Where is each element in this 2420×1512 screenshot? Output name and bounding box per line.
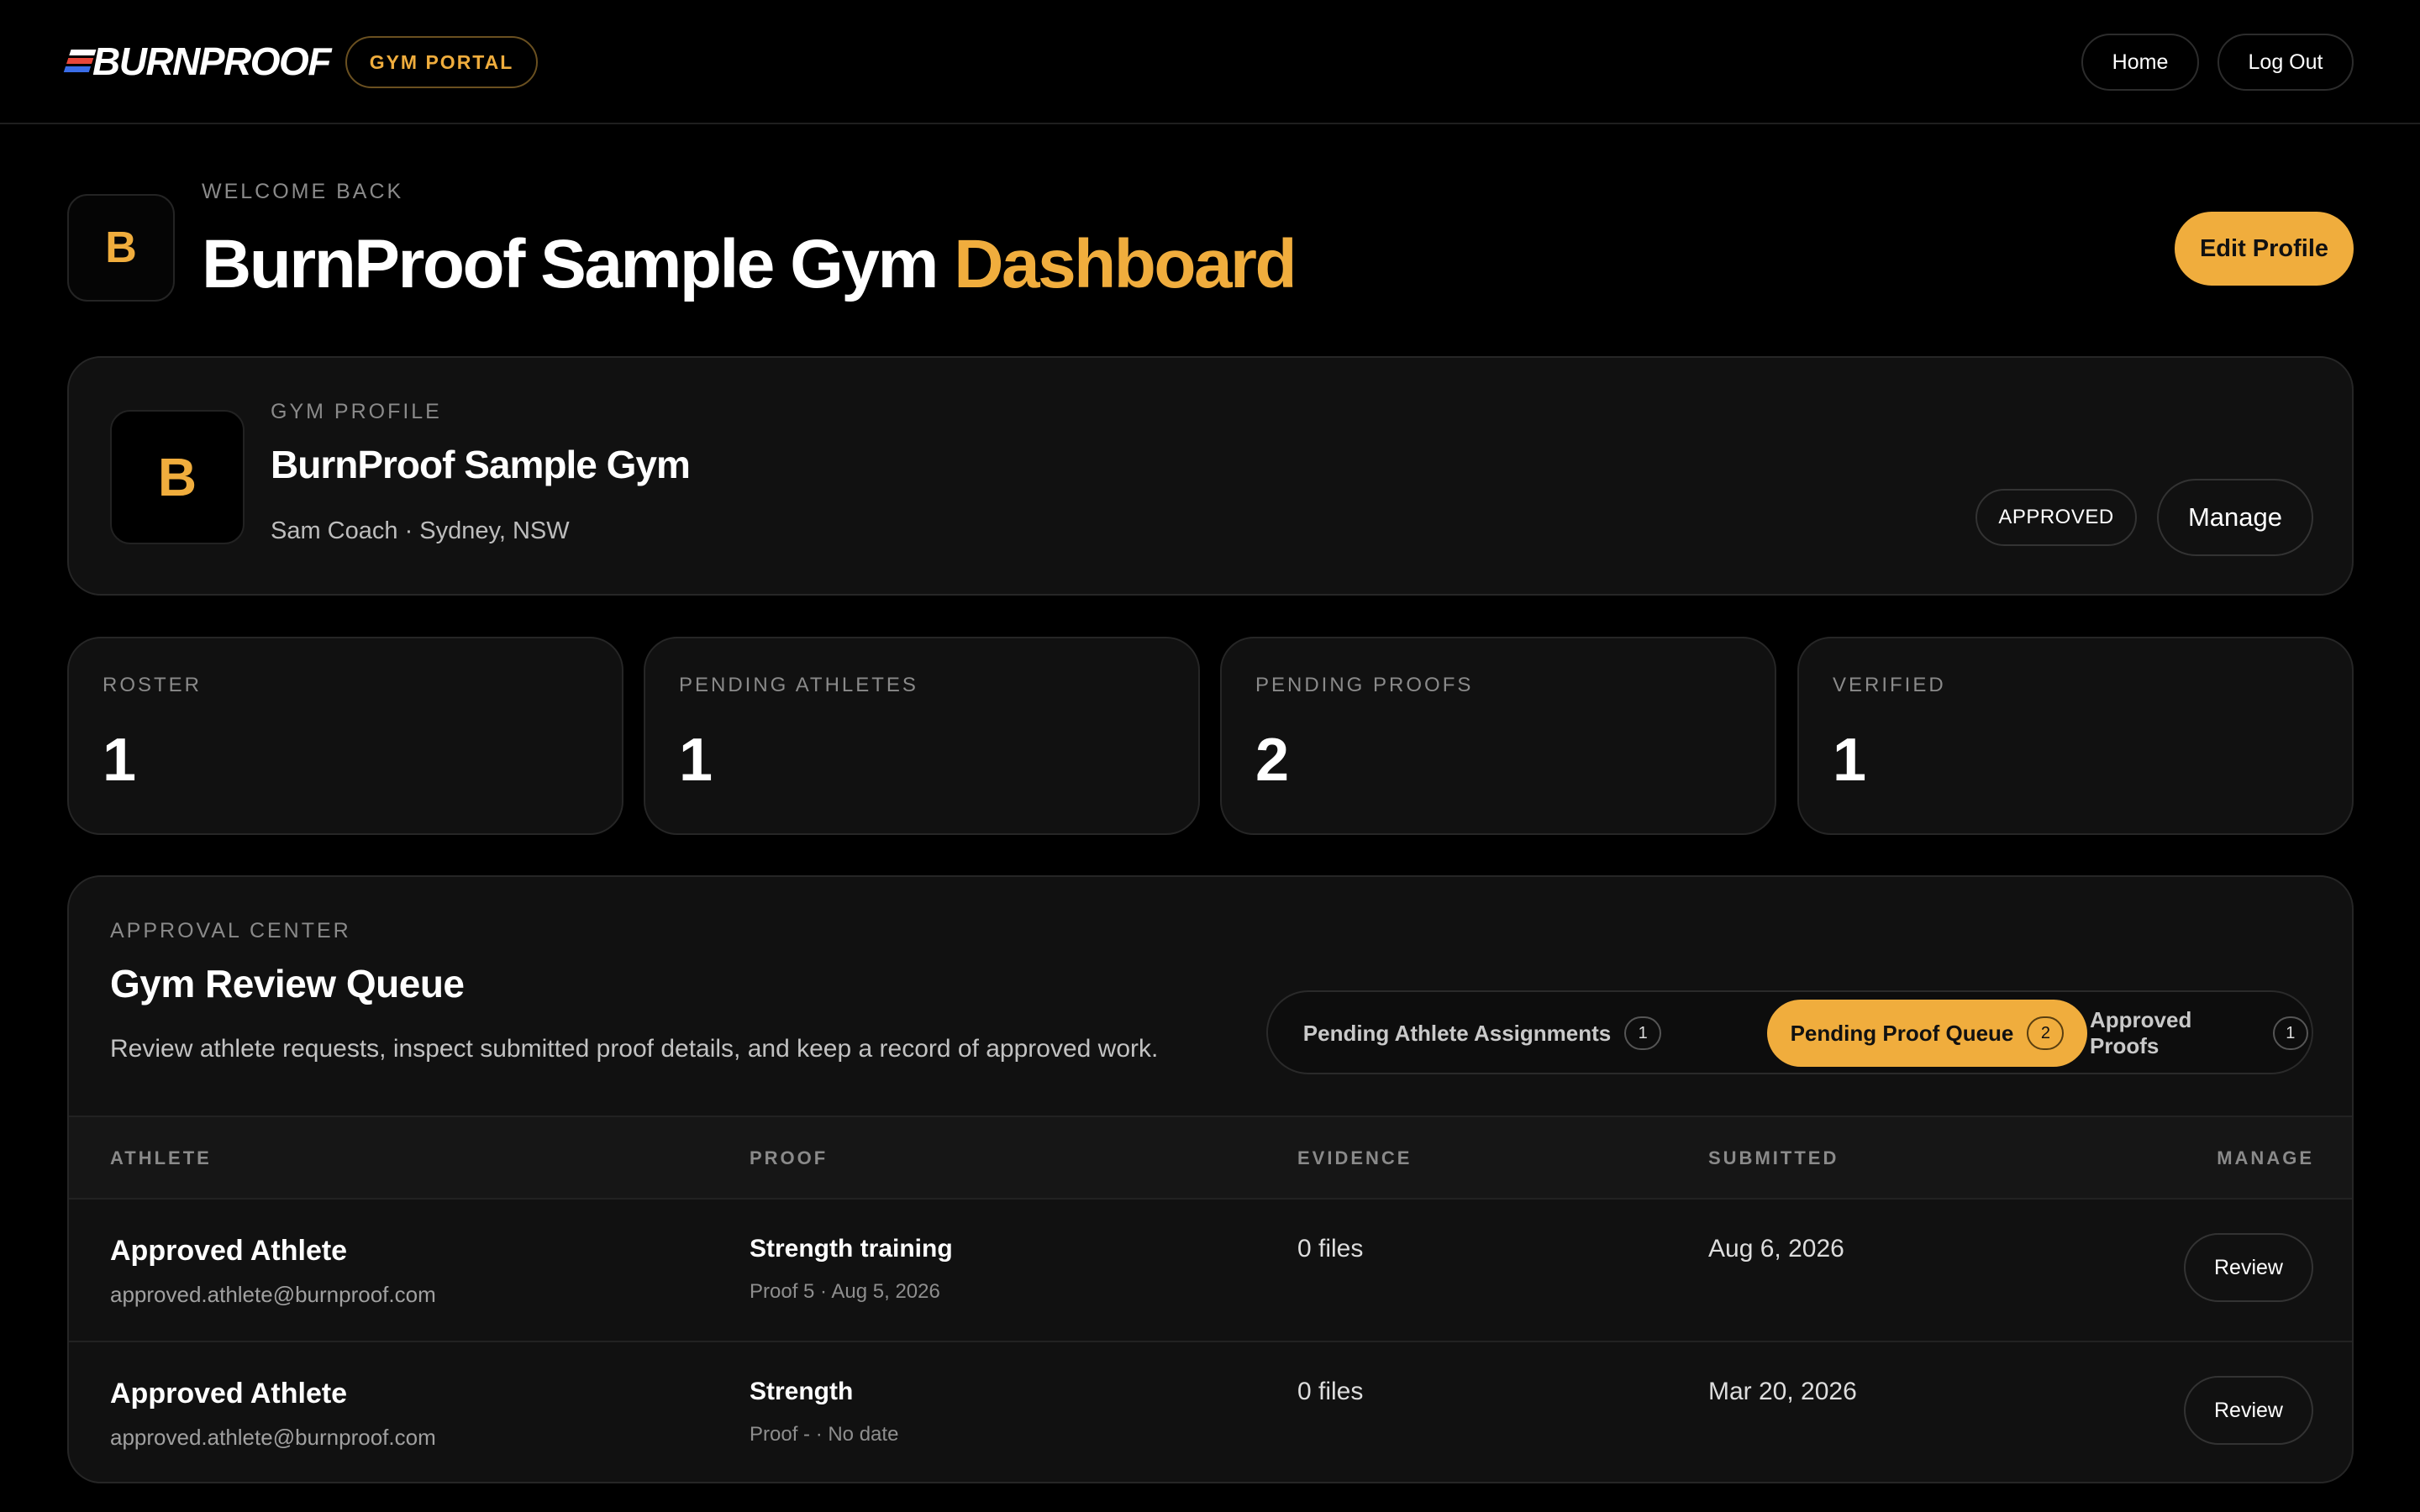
gym-name: BurnProof Sample Gym <box>271 443 691 486</box>
page-title: BurnProof Sample Gym Dashboard <box>202 225 1297 304</box>
tab-pending-athlete-assignments[interactable]: Pending Athlete Assignments 1 <box>1285 1000 1680 1067</box>
stat-value: 1 <box>103 727 137 794</box>
queue-tabs: Pending Athlete Assignments 1 Pending Pr… <box>1266 990 2313 1074</box>
queue-title: Gym Review Queue <box>110 962 465 1005</box>
stat-value: 1 <box>679 727 713 794</box>
stat-label: PENDING PROOFS <box>1255 674 1474 696</box>
stat-card-pending-athletes: PENDING ATHLETES 1 <box>644 637 1200 835</box>
tab-label: Pending Athlete Assignments <box>1302 1020 1612 1046</box>
tab-count-badge: 2 <box>2027 1016 2065 1050</box>
review-queue-card: APPROVAL CENTER Gym Review Queue Review … <box>67 875 2354 1483</box>
athlete-email: approved.athlete@burnproof.com <box>110 1425 436 1450</box>
queue-description: Review athlete requests, inspect submitt… <box>110 1035 1159 1063</box>
table-header: ATHLETE PROOF EVIDENCE SUBMITTED MANAGE <box>69 1116 2352 1200</box>
gym-profile-card: B GYM PROFILE BurnProof Sample Gym Sam C… <box>67 356 2354 596</box>
column-header-evidence: EVIDENCE <box>1297 1147 1413 1168</box>
queue-section-label: APPROVAL CENTER <box>110 919 351 942</box>
proof-meta: Proof - · No date <box>750 1423 899 1446</box>
brand-name: BURNPROOF <box>92 39 331 83</box>
athlete-name: Approved Athlete <box>110 1378 348 1410</box>
manage-button[interactable]: Manage <box>2157 479 2313 556</box>
column-header-proof: PROOF <box>750 1147 829 1168</box>
stat-card-verified: VERIFIED 1 <box>1797 637 2354 835</box>
tab-pending-proof-queue[interactable]: Pending Proof Queue 2 <box>1767 1000 2087 1067</box>
column-header-manage: MANAGE <box>2217 1147 2314 1168</box>
submitted-date: Aug 6, 2026 <box>1708 1235 1844 1263</box>
tab-label: Approved Proofs <box>2090 1007 2192 1058</box>
profile-section-label: GYM PROFILE <box>271 400 442 423</box>
stat-label: PENDING ATHLETES <box>679 674 918 696</box>
review-button[interactable]: Review <box>2184 1233 2313 1302</box>
proof-meta: Proof 5 · Aug 5, 2026 <box>750 1280 940 1303</box>
stat-card-roster: ROSTER 1 <box>67 637 623 835</box>
column-header-submitted: SUBMITTED <box>1708 1147 1839 1168</box>
evidence-count: 0 files <box>1297 1378 1364 1405</box>
status-badge: APPROVED <box>1975 489 2137 546</box>
table-row: Approved Athlete approved.athlete@burnpr… <box>69 1342 2352 1482</box>
submitted-date: Mar 20, 2026 <box>1708 1378 1857 1405</box>
tab-count-badge: 1 <box>1624 1016 1662 1050</box>
tab-label: Pending Proof Queue <box>1790 1020 2014 1046</box>
table-row: Approved Athlete approved.athlete@burnpr… <box>69 1200 2352 1342</box>
proof-title: Strength training <box>750 1235 953 1263</box>
gym-avatar: B <box>67 194 175 302</box>
home-button[interactable]: Home <box>2081 34 2199 91</box>
top-navigation-bar: BURNPROOF GYM PORTAL Home Log Out <box>0 0 2420 124</box>
stat-label: VERIFIED <box>1833 674 1946 696</box>
gym-coach-location: Sam Coach · Sydney, NSW <box>271 517 570 544</box>
stat-value: 2 <box>1255 727 1290 794</box>
gym-portal-badge: GYM PORTAL <box>345 36 538 88</box>
welcome-label: WELCOME BACK <box>202 180 404 203</box>
evidence-count: 0 files <box>1297 1235 1364 1263</box>
page-title-accent: Dashboard <box>954 226 1297 302</box>
stat-label: ROSTER <box>103 674 203 696</box>
page-title-main: BurnProof Sample Gym <box>202 226 939 302</box>
column-header-athlete: ATHLETE <box>110 1147 212 1168</box>
tab-count-badge: 1 <box>2272 1016 2308 1050</box>
athlete-email: approved.athlete@burnproof.com <box>110 1282 436 1307</box>
review-button[interactable]: Review <box>2184 1376 2313 1445</box>
stat-value: 1 <box>1833 727 1867 794</box>
athlete-name: Approved Athlete <box>110 1235 348 1267</box>
tab-approved-proofs[interactable]: Approved Proofs 1 <box>2090 1000 2308 1067</box>
profile-avatar: B <box>110 410 245 544</box>
edit-profile-button[interactable]: Edit Profile <box>2175 212 2354 286</box>
burnproof-logo[interactable]: BURNPROOF <box>63 39 331 83</box>
stat-card-pending-proofs: PENDING PROOFS 2 <box>1220 637 1776 835</box>
logout-button[interactable]: Log Out <box>2217 34 2354 91</box>
proof-title: Strength <box>750 1378 854 1405</box>
